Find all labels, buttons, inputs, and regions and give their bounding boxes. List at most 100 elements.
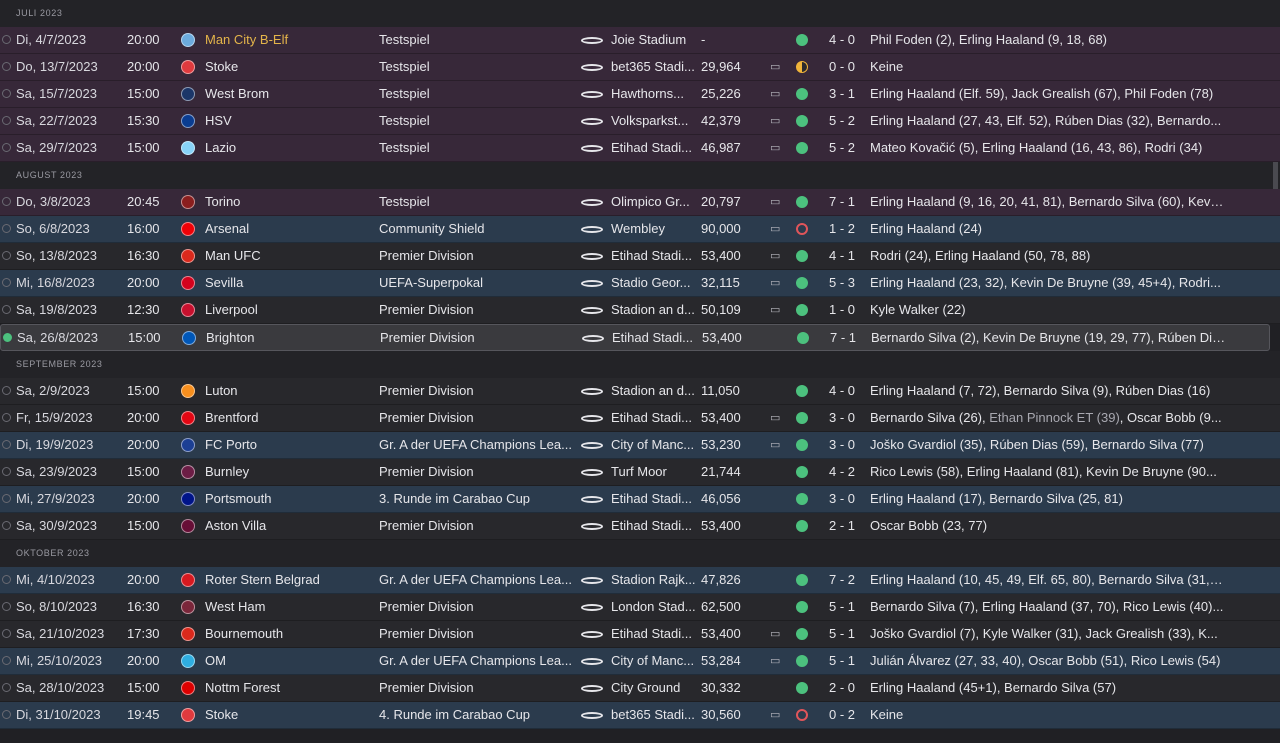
fixture-row[interactable]: Do, 3/8/2023 20:45 Torino Testspiel Olimpico… [0,189,1280,216]
opponent-link[interactable]: Brighton [206,325,374,351]
fixture-row[interactable]: Mi, 25/10/2023 20:00 OM Gr. A der UEFA Cham… [0,648,1280,675]
score-link[interactable]: 3 - 1 [822,81,862,107]
score-link[interactable]: 1 - 0 [822,297,862,323]
stadium-link[interactable]: bet365 Stadi... [611,54,697,80]
fixture-row[interactable]: Sa, 28/10/2023 15:00 Nottm Forest Premier D… [0,675,1280,702]
opponent-link[interactable]: West Ham [205,594,373,620]
fixture-row[interactable]: Mi, 16/8/2023 20:00 Sevilla UEFA-Superpokal… [0,270,1280,297]
score-link[interactable]: 5 - 2 [822,135,862,161]
competition-link[interactable]: Testspiel [379,135,577,161]
score-link[interactable]: 5 - 1 [822,594,862,620]
stadium-link[interactable]: bet365 Stadi... [611,702,697,728]
opponent-link[interactable]: Lazio [205,135,373,161]
competition-link[interactable]: Testspiel [379,54,577,80]
fixture-row[interactable]: So, 13/8/2023 16:30 Man UFC Premier Divisio… [0,243,1280,270]
fixture-row[interactable]: Sa, 21/10/2023 17:30 Bournemouth Premier Di… [0,621,1280,648]
competition-link[interactable]: Gr. A der UEFA Champions Lea... [379,567,577,593]
stadium-link[interactable]: Volksparkst... [611,108,697,134]
fixture-row[interactable]: Sa, 19/8/2023 12:30 Liverpool Premier Divis… [0,297,1280,324]
opponent-link[interactable]: West Brom [205,81,373,107]
competition-link[interactable]: Testspiel [379,27,577,53]
opponent-link[interactable]: Arsenal [205,216,373,242]
fixture-row[interactable]: So, 8/10/2023 16:30 West Ham Premier Divisi… [0,594,1280,621]
competition-link[interactable]: Testspiel [379,108,577,134]
competition-link[interactable]: Premier Division [379,405,577,431]
competition-link[interactable]: Testspiel [379,189,577,215]
stadium-link[interactable]: City of Manc... [611,648,697,674]
opponent-link[interactable]: Liverpool [205,297,373,323]
opponent-link[interactable]: Aston Villa [205,513,373,539]
competition-link[interactable]: Gr. A der UEFA Champions Lea... [379,432,577,458]
competition-link[interactable]: 3. Runde im Carabao Cup [379,486,577,512]
competition-link[interactable]: Premier Division [379,459,577,485]
fixture-row[interactable]: Fr, 15/9/2023 20:00 Brentford Premier Divis… [0,405,1280,432]
opponent-link[interactable]: Stoke [205,54,373,80]
score-link[interactable]: 3 - 0 [822,432,862,458]
stadium-link[interactable]: Joie Stadium [611,27,697,53]
fixture-row[interactable]: Sa, 30/9/2023 15:00 Aston Villa Premier Div… [0,513,1280,540]
score-link[interactable]: 0 - 2 [822,702,862,728]
opponent-link[interactable]: Burnley [205,459,373,485]
stadium-link[interactable]: Etihad Stadi... [612,325,698,351]
competition-link[interactable]: Premier Division [380,325,578,351]
competition-link[interactable]: Community Shield [379,216,577,242]
opponent-link[interactable]: Luton [205,378,373,404]
opponent-link[interactable]: OM [205,648,373,674]
fixture-row[interactable]: Sa, 29/7/2023 15:00 Lazio Testspiel Etihad S… [0,135,1280,162]
opponent-link[interactable]: Bournemouth [205,621,373,647]
stadium-link[interactable]: City of Manc... [611,432,697,458]
score-link[interactable]: 2 - 0 [822,675,862,701]
opponent-link[interactable]: HSV [205,108,373,134]
competition-link[interactable]: Premier Division [379,243,577,269]
competition-link[interactable]: Premier Division [379,675,577,701]
opponent-link[interactable]: Man City B-Elf [205,27,373,53]
score-link[interactable]: 5 - 2 [822,108,862,134]
fixture-row[interactable]: Sa, 2/9/2023 15:00 Luton Premier Division St… [0,378,1280,405]
score-link[interactable]: 5 - 1 [822,648,862,674]
opponent-link[interactable]: Stoke [205,702,373,728]
competition-link[interactable]: Premier Division [379,297,577,323]
competition-link[interactable]: UEFA-Superpokal [379,270,577,296]
opponent-link[interactable]: FC Porto [205,432,373,458]
opponent-link[interactable]: Sevilla [205,270,373,296]
stadium-link[interactable]: City Ground [611,675,697,701]
fixture-row[interactable]: Mi, 4/10/2023 20:00 Roter Stern Belgrad Gr.… [0,567,1280,594]
stadium-link[interactable]: Stadion an d... [611,297,697,323]
stadium-link[interactable]: Etihad Stadi... [611,486,697,512]
opponent-link[interactable]: Nottm Forest [205,675,373,701]
score-link[interactable]: 1 - 2 [822,216,862,242]
stadium-link[interactable]: Olimpico Gr... [611,189,697,215]
opponent-link[interactable]: Man UFC [205,243,373,269]
opponent-link[interactable]: Brentford [205,405,373,431]
score-link[interactable]: 7 - 1 [822,189,862,215]
score-link[interactable]: 4 - 0 [822,27,862,53]
stadium-link[interactable]: Stadio Geor... [611,270,697,296]
stadium-link[interactable]: Hawthorns... [611,81,697,107]
fixture-row[interactable]: Sa, 26/8/2023 15:00 Brighton Premier Divisi… [0,324,1270,351]
competition-link[interactable]: Premier Division [379,621,577,647]
fixture-row[interactable]: Sa, 23/9/2023 15:00 Burnley Premier Divisio… [0,459,1280,486]
stadium-link[interactable]: Turf Moor [611,459,697,485]
competition-link[interactable]: Premier Division [379,378,577,404]
fixture-row[interactable]: So, 6/8/2023 16:00 Arsenal Community Shield… [0,216,1280,243]
fixture-row[interactable]: Sa, 15/7/2023 15:00 West Brom Testspiel Hawt… [0,81,1280,108]
competition-link[interactable]: Premier Division [379,594,577,620]
score-link[interactable]: 3 - 0 [822,486,862,512]
fixture-row[interactable]: Di, 4/7/2023 20:00 Man City B-Elf Testspiel… [0,27,1280,54]
score-link[interactable]: 5 - 1 [822,621,862,647]
score-link[interactable]: 3 - 0 [822,405,862,431]
fixture-row[interactable]: Do, 13/7/2023 20:00 Stoke Testspiel bet365 S… [0,54,1280,81]
competition-link[interactable]: Testspiel [379,81,577,107]
stadium-link[interactable]: London Stad... [611,594,697,620]
score-link[interactable]: 4 - 0 [822,378,862,404]
stadium-link[interactable]: Etihad Stadi... [611,405,697,431]
score-link[interactable]: 4 - 1 [822,243,862,269]
fixture-row[interactable]: Mi, 27/9/2023 20:00 Portsmouth 3. Runde im … [0,486,1280,513]
opponent-link[interactable]: Torino [205,189,373,215]
fixture-row[interactable]: Sa, 22/7/2023 15:30 HSV Testspiel Volksparks… [0,108,1280,135]
stadium-link[interactable]: Etihad Stadi... [611,135,697,161]
opponent-link[interactable]: Roter Stern Belgrad [205,567,373,593]
opponent-link[interactable]: Portsmouth [205,486,373,512]
competition-link[interactable]: Gr. A der UEFA Champions Lea... [379,648,577,674]
stadium-link[interactable]: Stadion an d... [611,378,697,404]
